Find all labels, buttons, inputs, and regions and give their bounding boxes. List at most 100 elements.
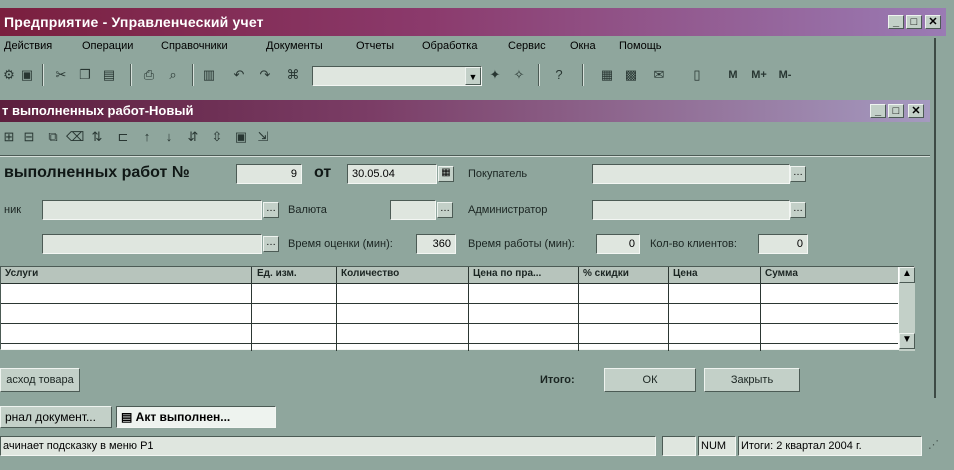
copy-icon[interactable]: ❐ xyxy=(76,66,94,84)
left2-field[interactable] xyxy=(42,234,262,254)
paste-icon[interactable]: ▤ xyxy=(100,66,118,84)
doc-date-value: 30.05.04 xyxy=(352,168,395,180)
undo-icon[interactable]: ↶ xyxy=(230,66,248,84)
col-header-price[interactable]: Цена xyxy=(673,268,759,279)
menu-documents[interactable]: Документы xyxy=(266,40,323,52)
memory-m-plus[interactable]: M+ xyxy=(748,66,770,84)
duration-field[interactable]: 360 xyxy=(416,234,456,254)
left2-select-button[interactable]: … xyxy=(263,236,279,252)
save-icon[interactable]: ▣ xyxy=(18,66,36,84)
status-bar: ачинает подсказку в меню Р1 NUM Итоги: 2… xyxy=(0,434,954,458)
doc-maximize-button[interactable]: □ xyxy=(888,104,904,118)
print-icon[interactable]: ⎙ xyxy=(140,66,158,84)
row-copy-icon[interactable]: ⊟ xyxy=(20,128,38,146)
scroll-down-icon[interactable]: ▼ xyxy=(899,333,915,349)
ok-button[interactable]: ОК xyxy=(604,368,696,392)
search-icon[interactable]: ✦ xyxy=(486,66,504,84)
preview-icon[interactable]: ⌕ xyxy=(164,66,182,84)
header-divider xyxy=(0,155,930,157)
help-pointer-icon[interactable]: ⇲ xyxy=(254,128,272,146)
maximize-button[interactable]: □ xyxy=(906,15,922,29)
memory-m-minus[interactable]: M- xyxy=(774,66,796,84)
sort-desc-icon[interactable]: ⇳ xyxy=(208,128,226,146)
left1-select-button[interactable]: … xyxy=(263,202,279,218)
services-table[interactable]: Услуги Ед. изм. Количество Цена по пра..… xyxy=(0,266,915,351)
column-divider xyxy=(336,267,337,351)
col-header-sum[interactable]: Сумма xyxy=(765,268,895,279)
book-icon[interactable]: ▯ xyxy=(688,66,706,84)
close-button[interactable]: ✕ xyxy=(925,15,941,29)
row-sort-icon[interactable]: ⇅ xyxy=(88,128,106,146)
currency-label: Валюта xyxy=(288,204,327,216)
admin-select-button[interactable]: … xyxy=(790,202,806,218)
window-icon[interactable]: ▥ xyxy=(200,66,218,84)
tab-journal[interactable]: рнал документ... xyxy=(0,406,112,428)
document-title-bar[interactable]: т выполненных работ-Новый _ □ ✕ xyxy=(0,100,930,122)
table-row[interactable] xyxy=(1,343,898,344)
col-header-unit[interactable]: Ед. изм. xyxy=(257,268,335,279)
messages-icon[interactable]: ✉ xyxy=(650,66,668,84)
row-insert-icon[interactable]: ⊞ xyxy=(0,128,18,146)
toolbar-dropdown[interactable]: ▼ xyxy=(312,66,482,86)
filter-icon[interactable]: ▣ xyxy=(232,128,250,146)
row-edit-icon[interactable]: ⧉ xyxy=(44,128,62,146)
document-toolbar: ⊞ ⊟ ⧉ ⌫ ⇅ ⊏ ↑ ↓ ⇵ ⇳ ▣ ⇲ xyxy=(0,124,930,152)
table-scrollbar[interactable]: ▲ ▼ xyxy=(899,267,915,351)
tab-act[interactable]: ▤ Акт выполнен... xyxy=(116,406,276,428)
menu-catalogs[interactable]: Справочники xyxy=(161,40,228,52)
help-icon[interactable]: ? xyxy=(550,66,568,84)
minimize-button[interactable]: _ xyxy=(888,15,904,29)
buyer-select-button[interactable]: … xyxy=(790,166,806,182)
admin-label: Администратор xyxy=(468,204,548,216)
menu-actions[interactable]: Действия xyxy=(4,40,52,52)
dropdown-arrow-icon[interactable]: ▼ xyxy=(465,67,481,85)
column-divider xyxy=(578,267,579,351)
calendar-icon[interactable]: ▩ xyxy=(622,66,640,84)
menu-service[interactable]: Сервис xyxy=(508,40,546,52)
buyer-field[interactable] xyxy=(592,164,790,184)
resize-grip-icon[interactable]: ⋰ xyxy=(926,436,952,456)
sort-asc-icon[interactable]: ⇵ xyxy=(184,128,202,146)
menu-operations[interactable]: Операции xyxy=(82,40,133,52)
col-header-services[interactable]: Услуги xyxy=(5,268,245,279)
table-row[interactable] xyxy=(1,323,898,324)
col-header-discount[interactable]: % скидки xyxy=(583,268,667,279)
table-row[interactable] xyxy=(1,303,898,304)
calculator-icon[interactable]: ▦ xyxy=(598,66,616,84)
currency-field[interactable] xyxy=(390,200,436,220)
menu-processing[interactable]: Обработка xyxy=(422,40,477,52)
cut-icon[interactable]: ✂ xyxy=(52,66,70,84)
scroll-up-icon[interactable]: ▲ xyxy=(899,267,915,283)
move-down-icon[interactable]: ↓ xyxy=(160,128,178,146)
memory-m[interactable]: M xyxy=(724,66,742,84)
open-icon[interactable]: ⚙ xyxy=(0,66,18,84)
admin-field[interactable] xyxy=(592,200,790,220)
col-header-list-price[interactable]: Цена по пра... xyxy=(473,268,577,279)
menu-reports[interactable]: Отчеты xyxy=(356,40,394,52)
row-delete-icon[interactable]: ⌫ xyxy=(66,128,84,146)
window-border xyxy=(934,38,936,398)
doc-minimize-button[interactable]: _ xyxy=(870,104,886,118)
close-doc-button[interactable]: Закрыть xyxy=(704,368,800,392)
col-header-quantity[interactable]: Количество xyxy=(341,268,465,279)
left1-field[interactable] xyxy=(42,200,262,220)
doc-close-button[interactable]: ✕ xyxy=(908,104,924,118)
menu-windows[interactable]: Окна xyxy=(570,40,596,52)
move-up-icon[interactable]: ↑ xyxy=(138,128,156,146)
menu-help[interactable]: Помощь xyxy=(619,40,662,52)
total-label: Итого: xyxy=(540,374,575,386)
work-time-field[interactable]: 0 xyxy=(596,234,640,254)
clients-field[interactable]: 0 xyxy=(758,234,808,254)
currency-select-button[interactable]: … xyxy=(437,202,453,218)
calendar-icon[interactable]: ▦ xyxy=(438,166,454,182)
replace-icon[interactable]: ✧ xyxy=(510,66,528,84)
clients-label: Кол-во клиентов: xyxy=(650,238,737,250)
redo-icon[interactable]: ↷ xyxy=(256,66,274,84)
date-label: от xyxy=(314,164,332,181)
doc-number-field[interactable]: 9 xyxy=(236,164,302,184)
expense-button[interactable]: асход товара xyxy=(0,368,80,392)
row-group-icon[interactable]: ⊏ xyxy=(114,128,132,146)
find-icon[interactable]: ⌘ xyxy=(284,66,302,84)
app-title-bar[interactable]: Предприятие - Управленческий учет _ □ ✕ xyxy=(0,8,946,36)
doc-date-field[interactable]: 30.05.04 xyxy=(347,164,437,184)
